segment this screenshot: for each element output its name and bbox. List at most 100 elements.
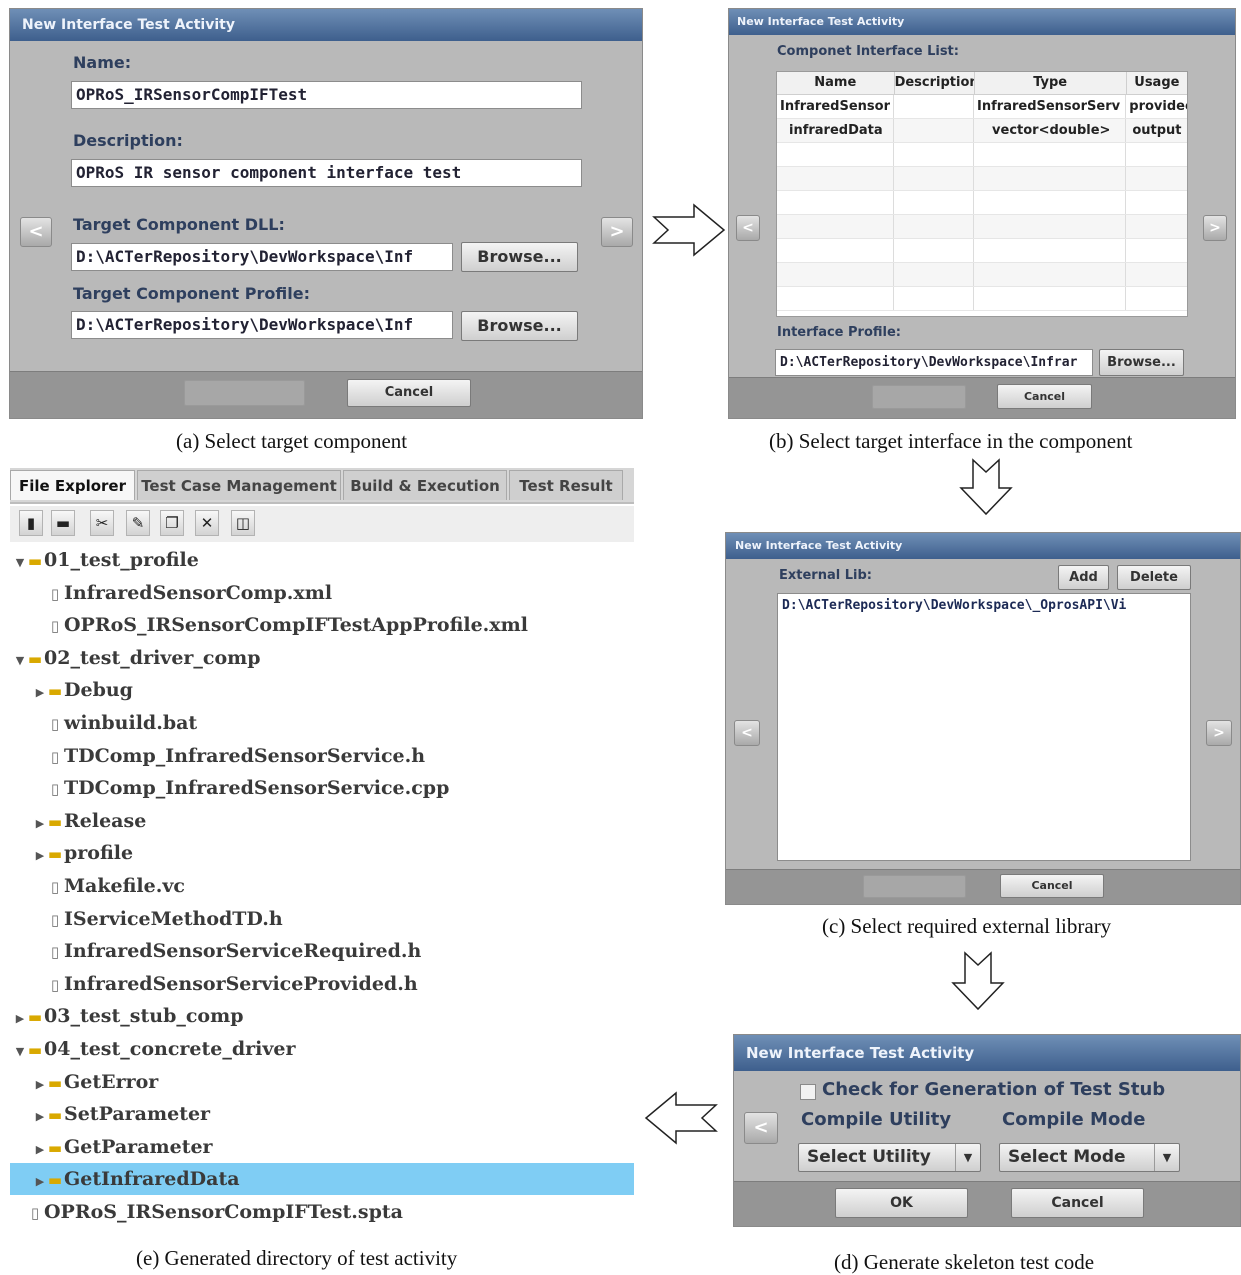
expand-right-icon[interactable]: ▶: [34, 808, 46, 840]
external-lib-list: D:\ACTerRepository\DevWorkspace\_OprosAP…: [777, 593, 1191, 861]
new-file-icon[interactable]: ▮: [19, 510, 43, 536]
tree-file-item[interactable]: ▯ TDComp_InfraredSensorService.h: [10, 740, 634, 772]
tree-file-item[interactable]: ▯ InfraredSensorServiceRequired.h: [10, 935, 634, 967]
next-button[interactable]: >: [1206, 720, 1232, 746]
previous-button[interactable]: <: [736, 215, 760, 241]
tree-file-item[interactable]: ▯ OPRoS_IRSensorCompIFTest.spta: [10, 1196, 634, 1228]
table-row[interactable]: infraredData vector<double> output: [777, 119, 1187, 143]
dialog-footer: Cancel: [729, 377, 1235, 418]
tree-folder-item[interactable]: ▶ ▬ Release: [10, 805, 634, 837]
tree-file-item[interactable]: ▯ Makefile.vc: [10, 870, 634, 902]
cut-icon[interactable]: ✂: [90, 510, 114, 536]
next-button[interactable]: >: [1203, 215, 1227, 241]
description-field[interactable]: OPRoS IR sensor component interface test: [71, 159, 582, 187]
tree-folder-item[interactable]: ▶ ▬ GetParameter: [10, 1131, 634, 1163]
open-folder-icon[interactable]: ▬: [51, 510, 75, 536]
tree-folder-item[interactable]: ▶ ▬ Debug: [10, 674, 634, 706]
expand-down-icon[interactable]: ▼: [14, 547, 26, 579]
next-button[interactable]: >: [601, 217, 633, 247]
tree-folder-item[interactable]: ▶ ▬ GetError: [10, 1066, 634, 1098]
expand-right-icon[interactable]: ▶: [34, 840, 46, 872]
interface-profile-field[interactable]: D:\ACTerRepository\DevWorkspace\Infrar: [775, 349, 1093, 376]
tree-folder-item[interactable]: ▼ ▬ 01_test_profile: [10, 544, 634, 576]
tab-build-execution[interactable]: Build & Execution: [343, 470, 507, 500]
column-header-type: Type: [975, 72, 1127, 94]
cancel-button[interactable]: Cancel: [997, 384, 1092, 409]
expand-right-icon[interactable]: ▶: [34, 1166, 46, 1198]
dialog-generate-skeleton: New Interface Test Activity Check for Ge…: [733, 1034, 1241, 1227]
cancel-button[interactable]: Cancel: [347, 379, 471, 407]
expand-down-icon[interactable]: ▼: [14, 645, 26, 677]
tree-folder-item[interactable]: ▼ ▬ 02_test_driver_comp: [10, 642, 634, 674]
expand-right-icon[interactable]: ▶: [34, 1101, 46, 1133]
chevron-right-icon: >: [1213, 725, 1225, 741]
delete-library-button[interactable]: Delete: [1117, 565, 1191, 590]
tab-file-explorer[interactable]: File Explorer: [10, 470, 135, 500]
tree-file-item[interactable]: ▯ IServiceMethodTD.h: [10, 903, 634, 935]
tree-item-label: winbuild.bat: [64, 712, 198, 734]
tree-item-label: SetParameter: [64, 1103, 211, 1126]
file-icon: ▯: [50, 584, 60, 603]
caption-e: (e) Generated directory of test activity: [136, 1246, 458, 1270]
previous-button[interactable]: <: [734, 720, 760, 746]
external-lib-entry[interactable]: D:\ACTerRepository\DevWorkspace\_OprosAP…: [782, 594, 1190, 618]
expand-down-icon[interactable]: ▼: [14, 1036, 26, 1068]
column-header-description: Description: [895, 72, 975, 94]
expand-right-icon[interactable]: ▶: [34, 677, 46, 709]
folder-icon: ▬: [47, 1171, 63, 1190]
compile-utility-select[interactable]: Select Utility ▼: [798, 1143, 981, 1172]
finish-button[interactable]: [863, 875, 966, 898]
cancel-button[interactable]: Cancel: [1000, 874, 1104, 898]
browse-profile-button[interactable]: Browse...: [1099, 349, 1184, 376]
file-icon: ▯: [50, 878, 60, 896]
arrow-left-icon: [644, 1091, 718, 1145]
tab-test-case-management[interactable]: Test Case Management: [137, 470, 341, 500]
dialog-title: New Interface Test Activity: [726, 533, 1240, 559]
file-icon: ▯: [50, 943, 60, 962]
previous-button[interactable]: <: [744, 1112, 778, 1144]
target-profile-field[interactable]: D:\ACTerRepository\DevWorkspace\Inf: [71, 311, 453, 339]
tree-file-item[interactable]: ▯ InfraredSensorComp.xml: [10, 577, 634, 609]
tab-test-result[interactable]: Test Result: [509, 470, 623, 500]
add-library-button[interactable]: Add: [1058, 565, 1109, 590]
tree-item-label: 02_test_driver_comp: [44, 646, 261, 669]
browse-dll-button[interactable]: Browse...: [461, 242, 578, 272]
table-row-empty: [777, 239, 1187, 263]
cancel-button[interactable]: Cancel: [1011, 1188, 1144, 1218]
tree-folder-item[interactable]: ▶ ▬ profile: [10, 837, 634, 869]
tree-file-item[interactable]: ▯ OPRoS_IRSensorCompIFTestAppProfile.xml: [10, 609, 634, 641]
target-dll-field[interactable]: D:\ACTerRepository\DevWorkspace\Inf: [71, 243, 453, 271]
finish-button[interactable]: [872, 385, 966, 409]
browse-profile-button[interactable]: Browse...: [461, 311, 578, 341]
arrow-right-icon: [652, 203, 726, 257]
stub-checkbox[interactable]: [800, 1084, 816, 1100]
compile-mode-select[interactable]: Select Mode ▼: [999, 1143, 1180, 1172]
table-row-empty: [777, 191, 1187, 215]
chevron-down-icon: ▼: [1154, 1144, 1179, 1171]
edit-icon[interactable]: ✎: [126, 510, 150, 536]
table-cell: output: [1132, 123, 1182, 138]
table-cell: InfraredSensor: [777, 95, 895, 118]
ok-button[interactable]: OK: [835, 1188, 968, 1218]
tree-file-item[interactable]: ▯ TDComp_InfraredSensorService.cpp: [10, 772, 634, 804]
file-icon: ▯: [50, 715, 60, 733]
tree-folder-item[interactable]: ▶ ▬ GetInfraredData: [10, 1163, 634, 1198]
table-row[interactable]: InfraredSensor InfraredSensorServ provid…: [777, 95, 1187, 119]
copy-icon[interactable]: ❐: [160, 510, 184, 536]
name-field[interactable]: OPRoS_IRSensorCompIFTest: [71, 81, 582, 109]
tree-file-item[interactable]: ▯ InfraredSensorServiceProvided.h: [10, 968, 634, 1000]
tree-folder-item[interactable]: ▶ ▬ SetParameter: [10, 1098, 634, 1130]
expand-right-icon[interactable]: ▶: [34, 1069, 46, 1101]
dialog-footer: Cancel: [726, 869, 1240, 904]
chevron-down-icon: ▼: [955, 1144, 980, 1171]
tree-folder-item[interactable]: ▼ ▬ 04_test_concrete_driver: [10, 1033, 634, 1065]
dialog-footer: Cancel: [10, 371, 642, 418]
split-icon[interactable]: ◫: [231, 510, 255, 536]
delete-icon[interactable]: ✕: [195, 510, 219, 536]
tree-file-item[interactable]: ▯ winbuild.bat: [10, 707, 634, 739]
expand-right-icon[interactable]: ▶: [14, 1003, 26, 1035]
expand-right-icon[interactable]: ▶: [34, 1134, 46, 1166]
tree-folder-item[interactable]: ▶ ▬ 03_test_stub_comp: [10, 1000, 634, 1032]
previous-button[interactable]: <: [20, 217, 52, 247]
finish-button[interactable]: [184, 380, 305, 406]
